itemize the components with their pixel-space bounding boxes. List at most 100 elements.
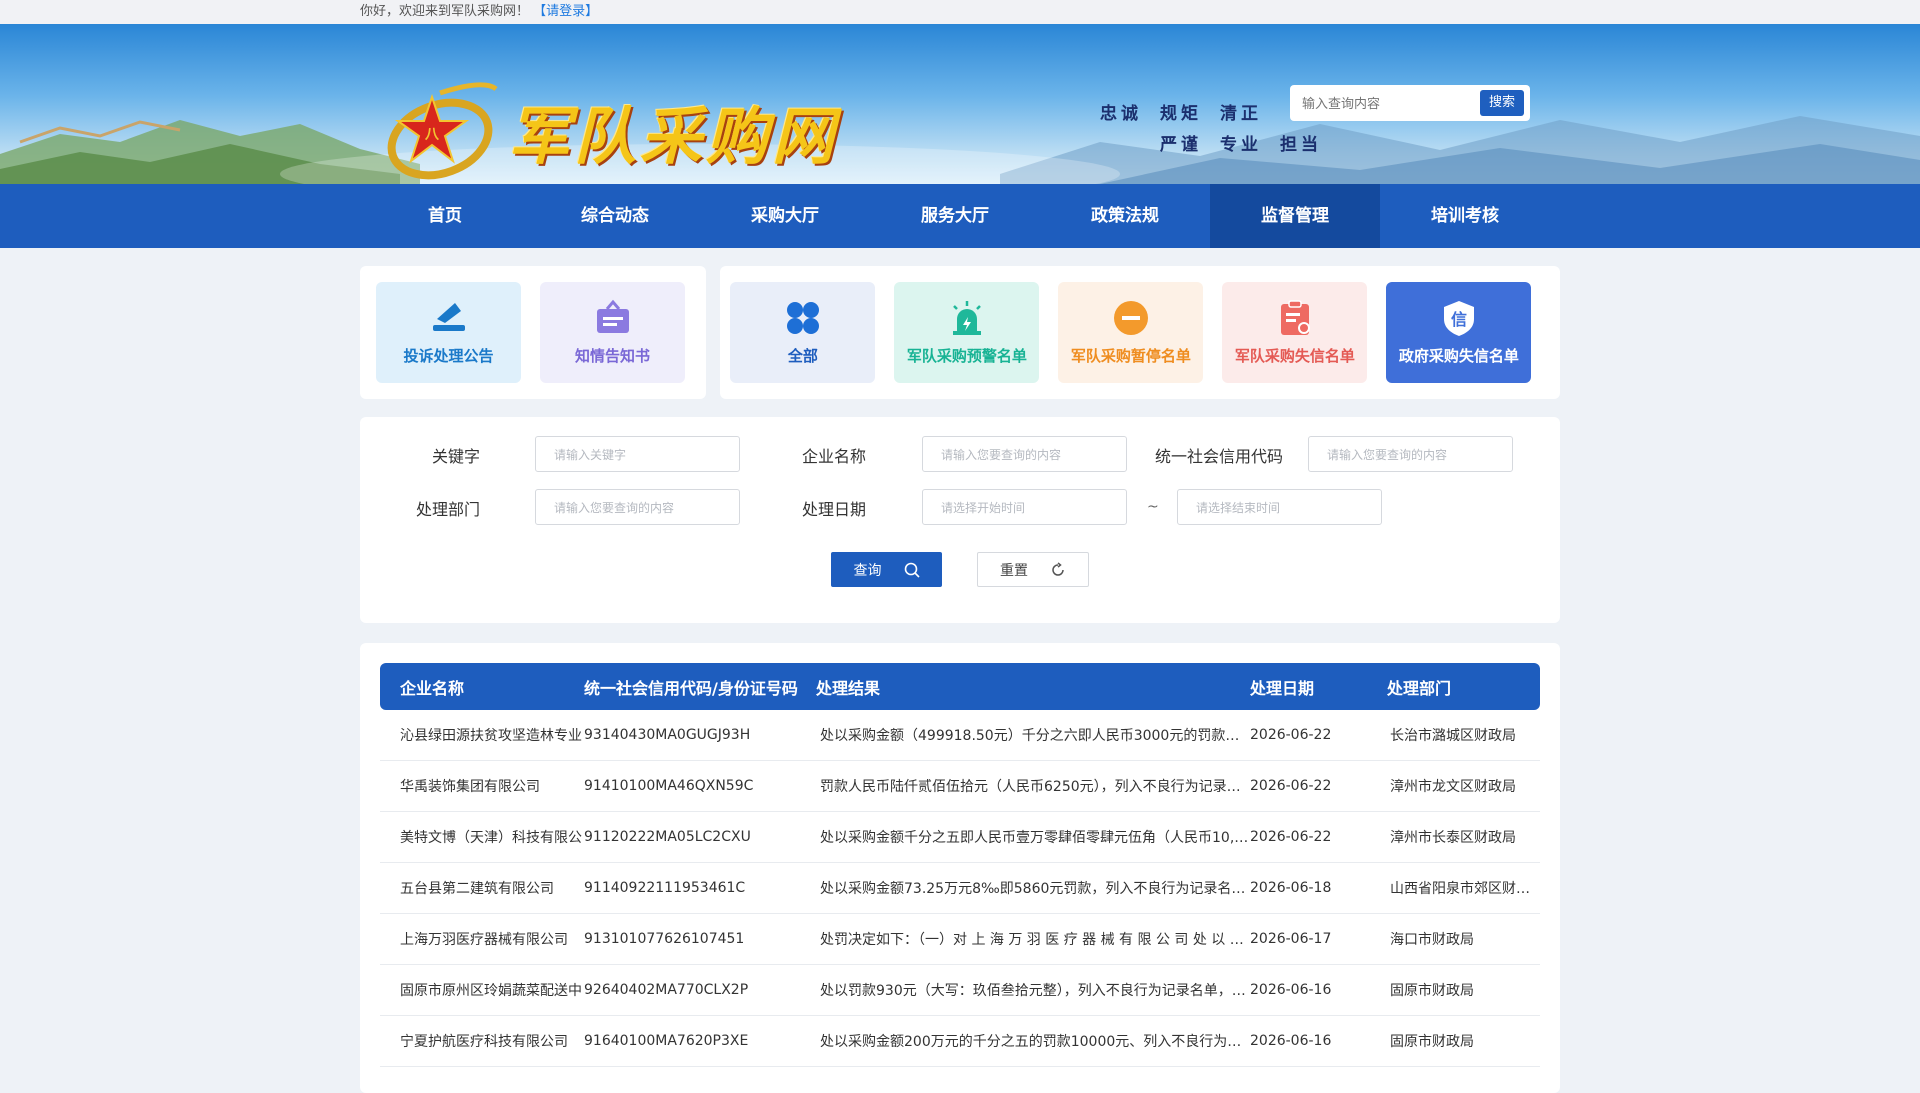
tile-suspension-list[interactable]: 军队采购暂停名单 <box>1058 282 1204 383</box>
cell-date: 2026-06-16 <box>1250 982 1332 998</box>
table-header: 企业名称 统一社会信用代码/身份证号码 处理结果 处理日期 处理部门 <box>380 663 1540 710</box>
table-row[interactable]: 五台县第二建筑有限公司 91140922111953461C 处以采购金额73.… <box>380 863 1540 914</box>
cell-credit-code: 92640402MA770CLX2P <box>584 982 749 998</box>
notice-category-panel: 投诉处理公告 知情告知书 <box>360 266 707 399</box>
date-start-input[interactable]: 请选择开始时间 <box>922 489 1127 525</box>
slogan-word: 担当 <box>1280 135 1322 155</box>
cell-dept: 固原市财政局 <box>1390 1034 1474 1050</box>
cell-result: 罚款人民币陆仟贰佰伍拾元（人民币6250元），列入不良行为记录名单 <box>820 779 1250 795</box>
cell-company: 宁夏护航医疗科技有限公司 <box>400 1034 568 1050</box>
nav-item-news[interactable]: 综合动态 <box>530 184 700 248</box>
cell-result: 处以采购金额千分之五即人民币壹万零肆佰零肆元伍角（人民币10,404.5元） <box>820 830 1250 846</box>
slogan-line-1: 忠诚 规矩 清正 <box>1100 99 1280 124</box>
cell-dept: 山西省阳泉市郊区财政局 <box>1390 881 1530 897</box>
grid-icon <box>786 302 819 334</box>
tile-label: 军队采购暂停名单 <box>1070 347 1191 365</box>
search-input[interactable] <box>1300 94 1480 112</box>
army-emblem-icon: 八 <box>387 82 498 180</box>
col-header-company: 企业名称 <box>400 678 465 698</box>
site-search: 搜索 <box>1290 85 1530 121</box>
cell-credit-code: 91120222MA05LC2CXU <box>584 829 751 845</box>
col-header-dept: 处理部门 <box>1387 678 1452 698</box>
dept-input[interactable]: 请输入您要查询的内容 <box>535 489 740 525</box>
search-icon <box>904 562 920 578</box>
reset-button-label: 重置 <box>1000 562 1028 579</box>
table-row[interactable]: 华禹装饰集团有限公司 91410100MA46QXN59C 罚款人民币陆仟贰佰伍… <box>380 761 1540 812</box>
cell-dept: 长治市潞城区财政局 <box>1390 728 1516 744</box>
dept-label: 处理部门 <box>415 500 480 519</box>
tile-warning-list[interactable]: 军队采购预警名单 <box>894 282 1040 383</box>
tile-notification-letter[interactable]: 知情告知书 <box>540 282 685 383</box>
nav-item-training[interactable]: 培训考核 <box>1380 184 1550 248</box>
nav-item-supervision[interactable]: 监督管理 <box>1210 184 1380 248</box>
tile-label: 政府采购失信名单 <box>1398 347 1519 365</box>
query-button[interactable]: 查询 <box>831 552 942 587</box>
slogan-word: 规矩 <box>1160 104 1202 124</box>
cell-company: 美特文博（天津）科技有限公 <box>400 830 582 846</box>
slogan-word: 忠诚 <box>1100 104 1142 124</box>
stop-icon <box>1113 301 1148 335</box>
cell-result: 处以采购金额200万元的千分之五的罚款10000元、列入不良行为记录名单 <box>820 1034 1250 1050</box>
clipboard-icon <box>1280 300 1310 335</box>
credit-code-label: 统一社会信用代码 <box>1154 447 1283 466</box>
table-row[interactable]: 固原市原州区玲娟蔬菜配送中 92640402MA770CLX2P 处以罚款930… <box>380 965 1540 1016</box>
complaint-icon <box>432 303 465 331</box>
cell-credit-code: 91140922111953461C <box>584 880 746 896</box>
welcome-text: 你好，欢迎来到军队采购网！ <box>360 4 530 19</box>
keyword-label: 关键字 <box>431 447 480 466</box>
col-header-credit-code: 统一社会信用代码/身份证号码 <box>584 678 798 698</box>
credit-code-input[interactable]: 请输入您要查询的内容 <box>1308 436 1513 472</box>
cell-date: 2026-06-22 <box>1250 727 1332 743</box>
credit-shield-icon: 信 <box>1443 301 1474 336</box>
table-row[interactable]: 宁夏护航医疗科技有限公司 91640100MA7620P3XE 处以采购金额20… <box>380 1016 1540 1067</box>
nav-item-service[interactable]: 服务大厅 <box>870 184 1040 248</box>
table-row[interactable]: 沁县绿田源扶贫攻坚造林专业 93140430MA0GUGJ93H 处以采购金额（… <box>380 710 1540 761</box>
table-row[interactable]: 美特文博（天津）科技有限公 91120222MA05LC2CXU 处以采购金额千… <box>380 812 1540 863</box>
company-input[interactable]: 请输入您要查询的内容 <box>922 436 1127 472</box>
col-header-result: 处理结果 <box>816 678 881 698</box>
tile-all[interactable]: 全部 <box>730 282 876 383</box>
date-label: 处理日期 <box>801 500 866 519</box>
cell-dept: 漳州市龙文区财政局 <box>1390 779 1516 795</box>
login-link[interactable]: 【请登录】 <box>533 4 598 19</box>
nav-item-home[interactable]: 首页 <box>360 184 530 248</box>
tile-label: 投诉处理公告 <box>403 347 494 365</box>
slogan-line-2: 严谨 专业 担当 <box>1160 130 1340 155</box>
result-table: 企业名称 统一社会信用代码/身份证号码 处理结果 处理日期 处理部门 沁县绿田源… <box>360 643 1560 1093</box>
tile-label: 全部 <box>787 347 818 365</box>
date-end-input[interactable]: 请选择结束时间 <box>1177 489 1382 525</box>
cell-dept: 固原市财政局 <box>1390 983 1474 999</box>
keyword-input[interactable]: 请输入关键字 <box>535 436 740 472</box>
cell-result: 处以采购金额73.25万元8‰即5860元罚款，列入不良行为记录名单，一年内禁止… <box>820 881 1250 897</box>
cell-date: 2026-06-17 <box>1250 931 1332 947</box>
slogan-word: 清正 <box>1220 104 1262 124</box>
cell-company: 五台县第二建筑有限公司 <box>400 881 554 897</box>
site-logo[interactable]: 八 军队采购网 <box>380 79 838 183</box>
col-header-date: 处理日期 <box>1250 678 1315 698</box>
cell-result: 处罚决定如下：（一）对 上 海 万 羽 医 疗 器 械 有 限 公 司 处 以 … <box>820 932 1250 948</box>
svg-text:八: 八 <box>424 127 440 143</box>
search-button[interactable]: 搜索 <box>1480 90 1524 116</box>
cell-date: 2026-06-22 <box>1250 778 1332 794</box>
search-filter-panel: 关键字 请输入关键字 企业名称 请输入您要查询的内容 统一社会信用代码 请输入您… <box>360 417 1560 623</box>
cell-date: 2026-06-18 <box>1250 880 1332 896</box>
tile-label: 军队采购预警名单 <box>906 347 1027 365</box>
nav-item-procurement[interactable]: 采购大厅 <box>700 184 870 248</box>
tile-gov-dishonest-list[interactable]: 信 政府采购失信名单 <box>1386 282 1532 383</box>
cell-credit-code: 913101077626107451 <box>584 931 745 947</box>
alarm-icon <box>952 301 981 335</box>
cell-result: 处以采购金额（499918.50元）千分之六即人民币3000元的罚款，列入不良行… <box>820 728 1250 744</box>
tile-label: 军队采购失信名单 <box>1234 347 1355 365</box>
nav-item-policy[interactable]: 政策法规 <box>1040 184 1210 248</box>
cell-dept: 海口市财政局 <box>1390 932 1474 948</box>
reset-button[interactable]: 重置 <box>977 552 1089 587</box>
cell-company: 沁县绿田源扶贫攻坚造林专业 <box>400 728 582 744</box>
svg-text:信: 信 <box>1451 310 1467 329</box>
query-button-label: 查询 <box>853 562 882 579</box>
tile-dishonest-list[interactable]: 军队采购失信名单 <box>1222 282 1368 383</box>
slogan-word: 专业 <box>1220 135 1262 155</box>
table-row[interactable]: 上海万羽医疗器械有限公司 913101077626107451 处罚决定如下：（… <box>380 914 1540 965</box>
letter-icon <box>596 299 629 333</box>
tile-complaint-notice[interactable]: 投诉处理公告 <box>376 282 521 383</box>
cell-company: 上海万羽医疗器械有限公司 <box>400 932 568 948</box>
